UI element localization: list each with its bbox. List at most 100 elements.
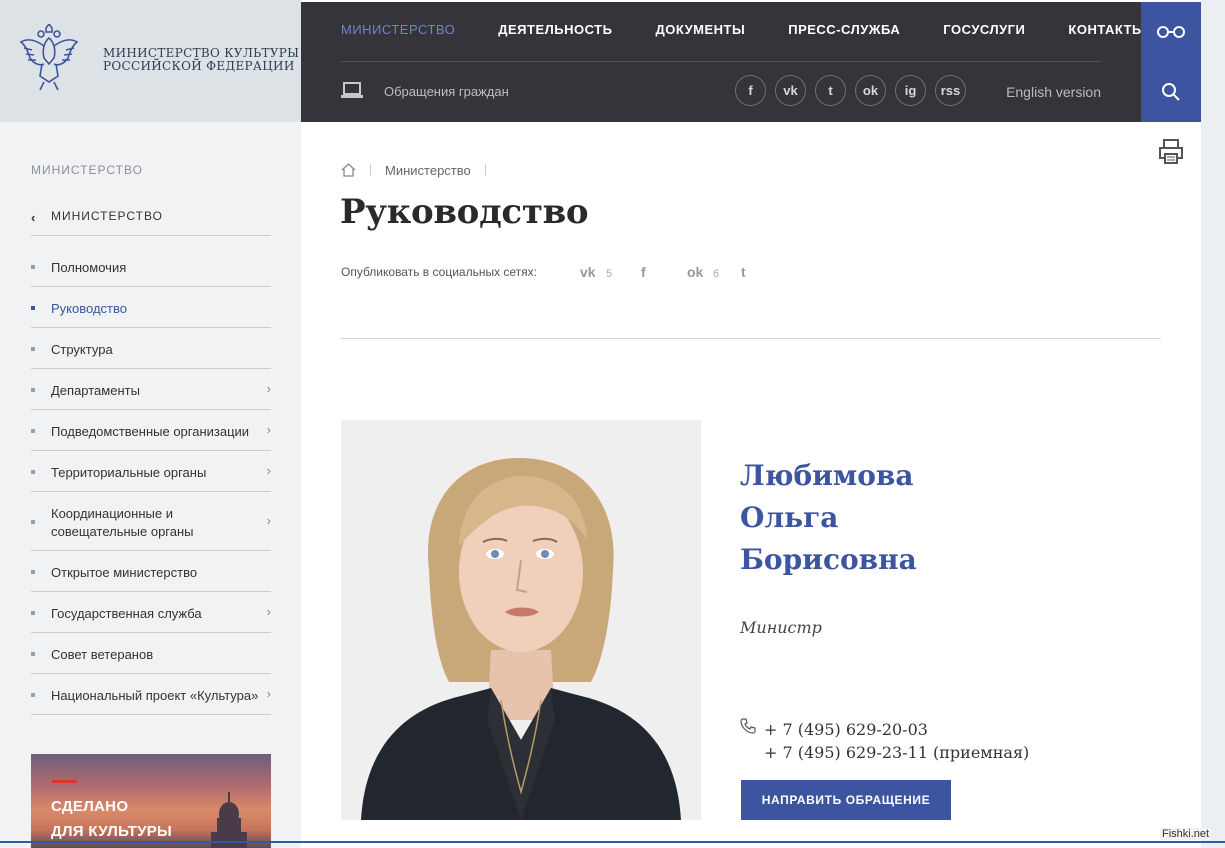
content-divider [341, 338, 1161, 339]
promo-title-line1: СДЕЛАНО [51, 798, 129, 815]
sidebar-item-0[interactable]: Полномочия [31, 246, 271, 287]
minister-first-name: Ольга [740, 501, 839, 534]
sidebar-item-9[interactable]: Совет ветеранов [31, 633, 271, 674]
share-label: Опубликовать в социальных сетях: [341, 265, 538, 279]
search-icon [1162, 83, 1180, 101]
facebook-icon[interactable]: f [735, 75, 766, 106]
english-version-link[interactable]: English version [1006, 84, 1101, 100]
accessibility-button[interactable] [1141, 2, 1201, 62]
share-twitter-icon[interactable]: t [741, 264, 746, 280]
sidebar-item-3[interactable]: Департаменты › [31, 369, 271, 410]
share-odnoklassniki-count: 6 [713, 268, 720, 280]
share-vk-count: 5 [606, 268, 613, 280]
sidebar-item-4[interactable]: Подведомственные организации › [31, 410, 271, 451]
sidebar-item-label: Подведомственные организации [51, 424, 250, 439]
sidebar-heading: МИНИСТЕРСТВО [31, 163, 143, 177]
sidebar-item-5[interactable]: Территориальные органы › [31, 451, 271, 492]
portrait-illustration [341, 420, 701, 820]
nav-item-2[interactable]: ДОКУМЕНТЫ [655, 22, 745, 37]
glasses-icon [1157, 26, 1185, 38]
chevron-right-icon: › [266, 463, 271, 478]
bullet-marker [31, 265, 35, 269]
topbar-divider [341, 61, 1101, 62]
page-right-margin [1201, 0, 1225, 848]
nav-item-1[interactable]: ДЕЯТЕЛЬНОСТЬ [498, 22, 612, 37]
bullet-marker [31, 429, 35, 433]
send-appeal-button[interactable]: НАПРАВИТЬ ОБРАЩЕНИЕ [741, 780, 951, 820]
main-nav: МИНИСТЕРСТВО ДЕЯТЕЛЬНОСТЬ ДОКУМЕНТЫ ПРЕСС-С… [341, 22, 1188, 37]
sidebar-item-label: Совет ветеранов [51, 647, 154, 662]
chevron-right-icon: › [266, 604, 271, 619]
twitter-icon[interactable]: t [815, 75, 846, 106]
nav-item-4[interactable]: ГОСУСЛУГИ [943, 22, 1025, 37]
phone-number-reception[interactable]: + 7 (495) 629-23-11 (приемная) [764, 743, 1029, 762]
logo-title-line2: РОССИЙСКОЙ ФЕДЕРАЦИИ [103, 59, 295, 73]
bullet-marker [31, 570, 35, 574]
instagram-icon[interactable]: ig [895, 75, 926, 106]
breadcrumb: Министерство [341, 160, 500, 180]
sidebar-back-label: МИНИСТЕРСТВО [51, 209, 163, 223]
sidebar-item-label: Территориальные органы [51, 465, 207, 480]
double-headed-eagle-icon [19, 24, 79, 91]
promo-banner-made-for-culture[interactable]: СДЕЛАНО ДЛЯ КУЛЬТУРЫ [31, 754, 271, 848]
sidebar: МИНИСТЕРСТВО ‹ МИНИСТЕРСТВО Полномочия Ру… [0, 122, 301, 848]
bullet-marker [31, 652, 35, 656]
sidebar-item-2[interactable]: Структура [31, 328, 271, 369]
social-links: f vk t ok ig rss [735, 75, 975, 106]
vk-icon[interactable]: vk [775, 75, 806, 106]
cathedral-silhouette [211, 792, 247, 848]
share-odnoklassniki-icon[interactable]: ok [687, 264, 703, 280]
bullet-marker [31, 470, 35, 474]
sidebar-item-label: Координационные и совещательные органы [51, 506, 194, 539]
sidebar-item-6[interactable]: Координационные и совещательные органы › [31, 492, 271, 551]
odnoklassniki-icon[interactable]: ok [855, 75, 886, 106]
bullet-marker [31, 347, 35, 351]
sidebar-item-1[interactable]: Руководство [31, 287, 271, 328]
nav-item-0[interactable]: МИНИСТЕРСТВО [341, 22, 455, 37]
sidebar-item-label: Открытое министерство [51, 565, 198, 580]
sidebar-item-label: Полномочия [51, 260, 127, 275]
sidebar-item-10[interactable]: Национальный проект «Культура» › [31, 674, 271, 715]
rss-icon[interactable]: rss [935, 75, 966, 106]
top-navigation-bar: МИНИСТЕРСТВО ДЕЯТЕЛЬНОСТЬ ДОКУМЕНТЫ ПРЕСС-С… [301, 2, 1145, 122]
logo[interactable]: МИНИСТЕРСТВО КУЛЬТУРЫ РОССИЙСКОЙ ФЕДЕРАЦ… [0, 0, 301, 122]
breadcrumb-ministry-link[interactable]: Министерство [385, 163, 471, 178]
sidebar-item-label: Государственная служба [51, 606, 202, 621]
promo-accent-bar [52, 780, 77, 783]
promo-title-line2: ДЛЯ КУЛЬТУРЫ [51, 823, 173, 840]
sidebar-item-8[interactable]: Государственная служба › [31, 592, 271, 633]
phone-number-main[interactable]: + 7 (495) 629-20-03 [764, 720, 928, 739]
sidebar-item-7[interactable]: Открытое министерство [31, 551, 271, 592]
sidebar-back-link[interactable]: ‹ МИНИСТЕРСТВО [31, 200, 271, 236]
print-icon[interactable] [1158, 138, 1184, 166]
search-button[interactable] [1141, 62, 1201, 122]
chevron-right-icon: › [266, 513, 271, 528]
page-title: Руководство [340, 192, 589, 232]
chevron-right-icon: › [266, 422, 271, 437]
sidebar-item-label: Национальный проект «Культура» [51, 688, 259, 703]
bullet-marker [31, 306, 35, 310]
phone-icon [740, 718, 756, 734]
minister-portrait [341, 420, 701, 820]
minister-role: Министр [740, 618, 822, 637]
sidebar-item-label: Департаменты [51, 383, 140, 398]
breadcrumb-separator [484, 164, 486, 176]
minister-surname: Любимова [740, 459, 914, 492]
home-icon[interactable] [341, 163, 356, 177]
citizen-appeals-link[interactable]: Обращения граждан [384, 84, 509, 99]
share-facebook-icon[interactable]: f [641, 264, 646, 280]
nav-item-3[interactable]: ПРЕСС-СЛУЖБА [788, 22, 900, 37]
bullet-marker [31, 611, 35, 615]
chevron-left-icon: ‹ [31, 210, 36, 225]
chevron-right-icon: › [266, 686, 271, 701]
bottom-border [0, 841, 1225, 843]
sidebar-item-label: Структура [51, 342, 113, 357]
bullet-marker [31, 693, 35, 697]
watermark: Fishki.net [1160, 828, 1212, 840]
bullet-marker [31, 388, 35, 392]
share-vk-icon[interactable]: vk [580, 264, 596, 280]
nav-item-5[interactable]: КОНТАКТЫ [1068, 22, 1145, 37]
sidebar-menu: Полномочия Руководство Структура Департамен… [31, 246, 271, 715]
laptop-icon[interactable] [341, 81, 363, 99]
minister-name: Любимова Ольга Борисовна [740, 455, 917, 581]
